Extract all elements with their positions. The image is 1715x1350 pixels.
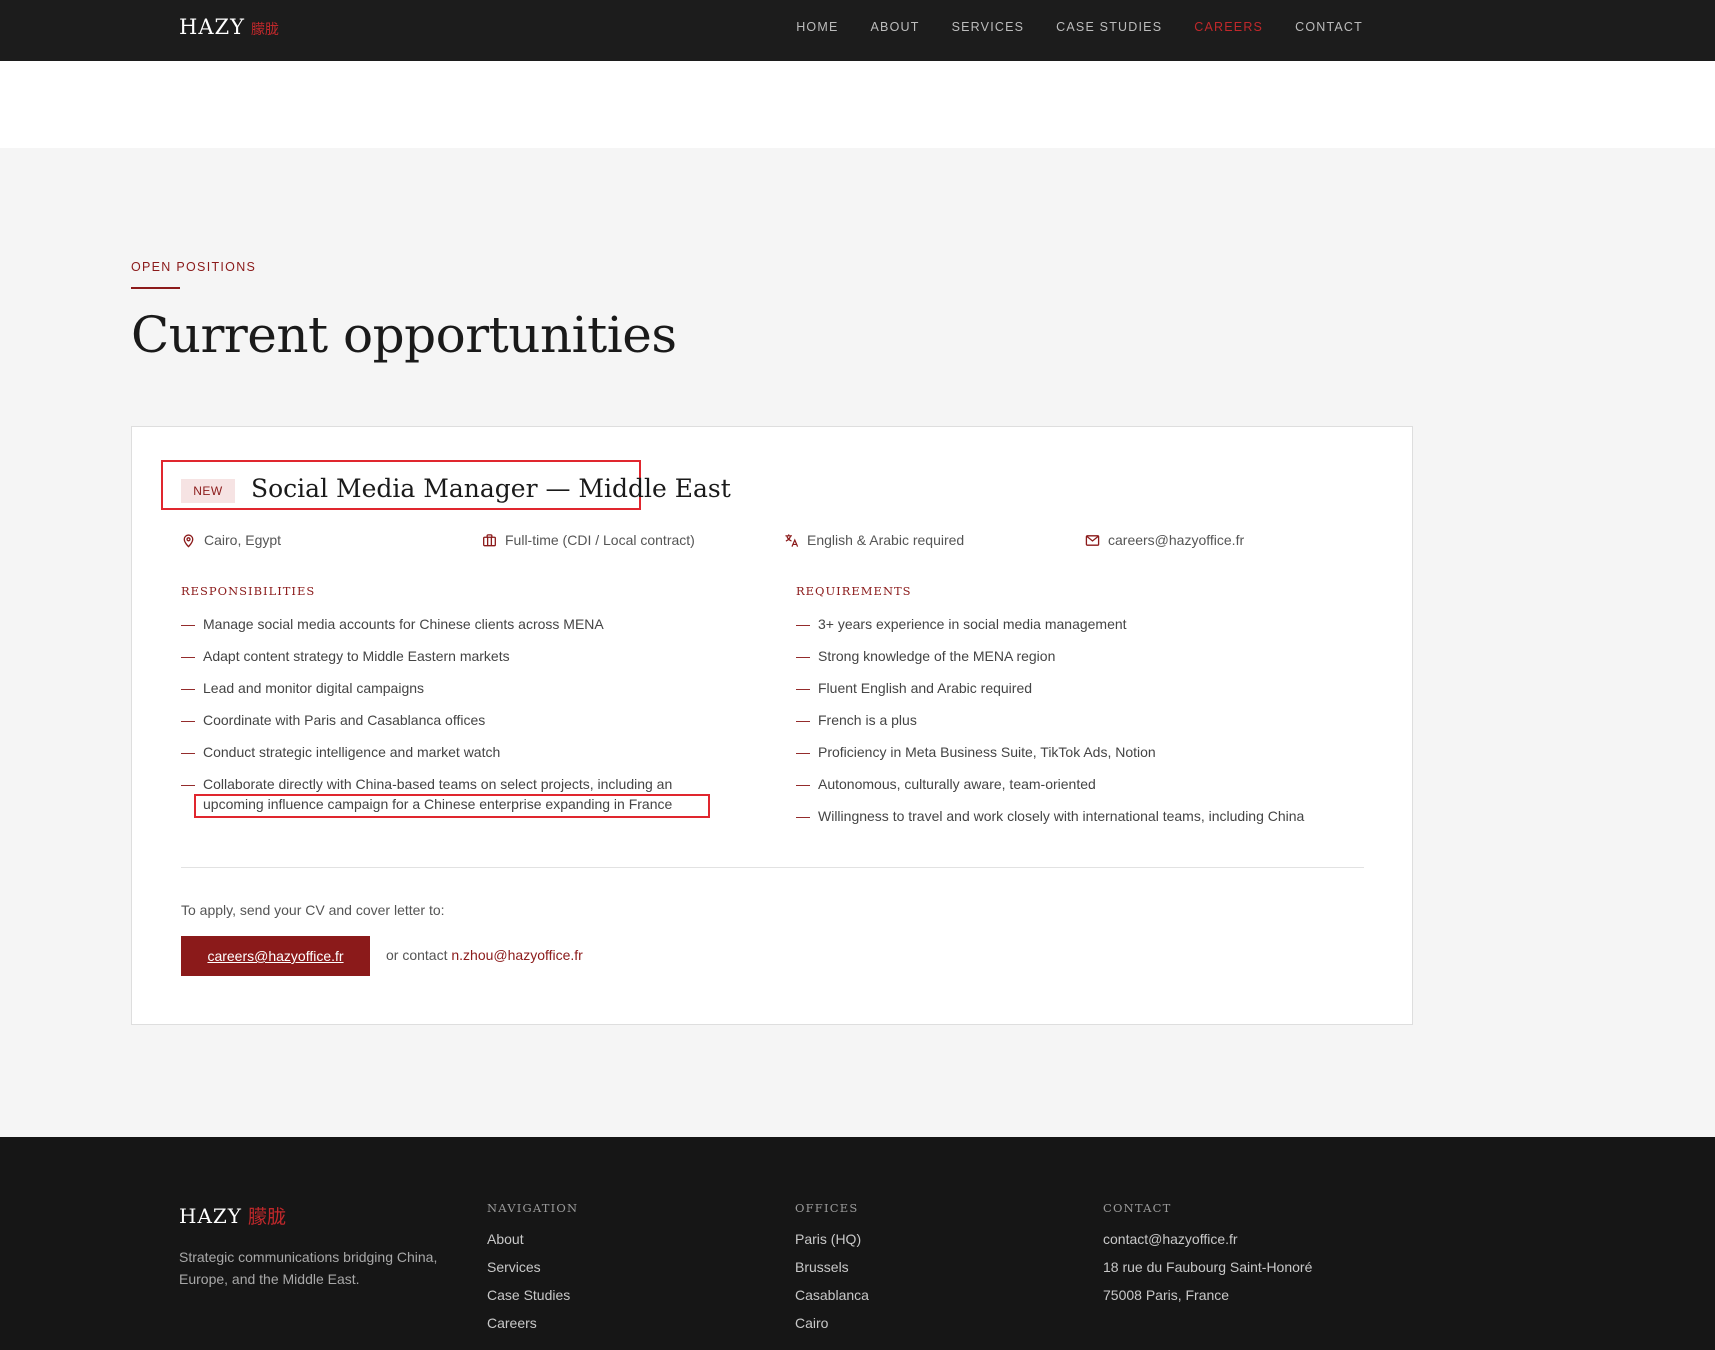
footer-logo-text: HAZY (179, 1204, 242, 1228)
footer-contact-heading: CONTACT (1103, 1201, 1172, 1215)
list-item: — Conduct strategic intelligence and mark… (181, 744, 501, 760)
meta-email: careers@hazyoffice.fr (1085, 532, 1244, 548)
contract-text: Full-time (CDI / Local contract) (505, 532, 695, 548)
list-item: — Adapt content strategy to Middle Easter… (181, 648, 510, 664)
responsibilities-heading: RESPONSIBILITIES (181, 584, 316, 598)
alternate-contact: or contact n.zhou@hazyoffice.fr (386, 947, 583, 963)
mail-icon (1085, 534, 1100, 546)
nav-case-studies[interactable]: CASE STUDIES (1056, 20, 1162, 34)
main-nav: HOME ABOUT SERVICES CASE STUDIES CAREERS… (796, 20, 1363, 34)
nav-about[interactable]: ABOUT (871, 20, 920, 34)
languages-text: English & Arabic required (807, 532, 965, 548)
list-item: — Lead and monitor digital campaigns (181, 680, 425, 696)
job-title: Social Media Manager — Middle East (251, 474, 731, 503)
meta-location: Cairo, Egypt (181, 532, 281, 548)
logo-chinese-text: 朦胧 (250, 22, 279, 38)
office-link[interactable]: Paris (HQ) (795, 1229, 869, 1249)
page-title: Current opportunities (131, 306, 677, 364)
nav-home[interactable]: HOME (796, 20, 838, 34)
nav-contact[interactable]: CONTACT (1295, 20, 1363, 34)
footer-offices-column: OFFICES Paris (HQ) Brussels Casablanca C… (795, 1201, 869, 1341)
site-footer: HAZY 朦胧 Strategic communications bridging… (0, 1137, 1715, 1350)
briefcase-icon (483, 533, 496, 546)
list-item: — Coordinate with Paris and Casablanca of… (181, 712, 486, 728)
section-eyebrow: OPEN POSITIONS (131, 260, 257, 274)
email-text[interactable]: careers@hazyoffice.fr (1108, 532, 1244, 548)
nav-careers[interactable]: CAREERS (1194, 20, 1263, 34)
list-item: — Willingness to travel and work closely … (796, 808, 1305, 824)
footer-link-about[interactable]: About (487, 1229, 578, 1249)
meta-languages: English & Arabic required (784, 532, 964, 548)
list-item: — Autonomous, culturally aware, team-orie… (796, 776, 1096, 792)
footer-link-case-studies[interactable]: Case Studies (487, 1285, 578, 1305)
alternate-contact-link[interactable]: n.zhou@hazyoffice.fr (451, 947, 582, 963)
job-card: NEW Social Media Manager — Middle East C… (131, 426, 1413, 1025)
footer-address-street: 18 rue du Faubourg Saint-Honoré (1103, 1259, 1313, 1275)
top-navbar: HAZY 朦胧 HOME ABOUT SERVICES CASE STUDIES … (0, 0, 1715, 61)
logo-text: HAZY (179, 15, 245, 39)
footer-tagline: Strategic communications bridging China,… (179, 1249, 438, 1287)
meta-contract: Full-time (CDI / Local contract) (482, 532, 695, 548)
card-divider (181, 867, 1364, 868)
apply-instructions: To apply, send your CV and cover letter … (181, 902, 445, 918)
nav-services[interactable]: SERVICES (952, 20, 1025, 34)
footer-contact-column: CONTACT contact@hazyoffice.fr 18 rue du … (1103, 1201, 1312, 1313)
site-logo[interactable]: HAZY 朦胧 (179, 15, 279, 39)
footer-offices-heading: OFFICES (795, 1201, 859, 1215)
list-item: — Proficiency in Meta Business Suite, Tik… (796, 744, 1156, 760)
eyebrow-underline (131, 287, 180, 289)
requirements-list: —3+ years experience in social media man… (796, 614, 1376, 838)
footer-contact-email[interactable]: contact@hazyoffice.fr (1103, 1229, 1312, 1249)
map-pin-icon (183, 533, 194, 547)
new-badge: NEW (181, 479, 235, 503)
footer-link-services[interactable]: Services (487, 1257, 578, 1277)
footer-nav-heading: NAVIGATION (487, 1201, 579, 1215)
requirements-heading: REQUIREMENTS (796, 584, 912, 598)
or-contact-label: or contact (386, 947, 448, 963)
location-text: Cairo, Egypt (204, 532, 282, 548)
footer-logo[interactable]: HAZY 朦胧 (179, 1202, 286, 1229)
translate-icon (785, 533, 799, 547)
office-link[interactable]: Cairo (795, 1313, 869, 1333)
footer-nav-column: NAVIGATION About Services Case Studies C… (487, 1201, 578, 1341)
footer-logo-chinese-text: 朦胧 (247, 1206, 286, 1228)
list-item: —3+ years experience in social media man… (796, 616, 1127, 632)
list-item: — Manage social media accounts for Chines… (181, 616, 604, 632)
footer-link-careers[interactable]: Careers (487, 1313, 578, 1333)
list-item: — Fluent English and Arabic required (796, 680, 1033, 696)
apply-email-button[interactable]: careers@hazyoffice.fr (181, 936, 370, 976)
office-link[interactable]: Casablanca (795, 1285, 869, 1305)
list-item: — French is a plus (796, 712, 917, 728)
office-link[interactable]: Brussels (795, 1257, 869, 1277)
list-item: — Strong knowledge of the MENA region (796, 648, 1056, 664)
header-spacer (0, 61, 1715, 148)
responsibility-highlight-box (194, 794, 710, 818)
footer-address-city: 75008 Paris, France (1103, 1287, 1230, 1303)
